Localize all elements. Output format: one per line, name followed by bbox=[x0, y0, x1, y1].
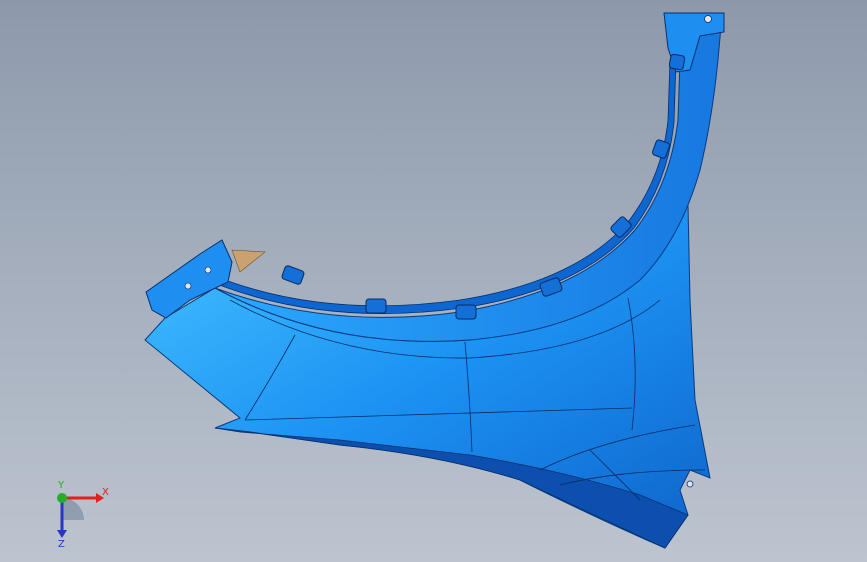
y-axis-dot bbox=[57, 493, 67, 503]
z-axis-arrow bbox=[57, 530, 67, 538]
left-bracket-hole bbox=[184, 282, 192, 290]
fender-model[interactable] bbox=[0, 0, 867, 562]
z-axis-label: Z bbox=[58, 539, 65, 548]
left-bracket-tab bbox=[231, 249, 266, 273]
fastener-hole bbox=[686, 480, 694, 488]
3d-viewport[interactable]: X Y Z bbox=[0, 0, 867, 562]
x-axis-label: X bbox=[102, 487, 109, 498]
y-axis-label: Y bbox=[57, 480, 65, 491]
left-bracket-hole bbox=[204, 266, 212, 274]
bracket-hole bbox=[704, 15, 712, 23]
axis-triad: X Y Z bbox=[57, 480, 109, 548]
